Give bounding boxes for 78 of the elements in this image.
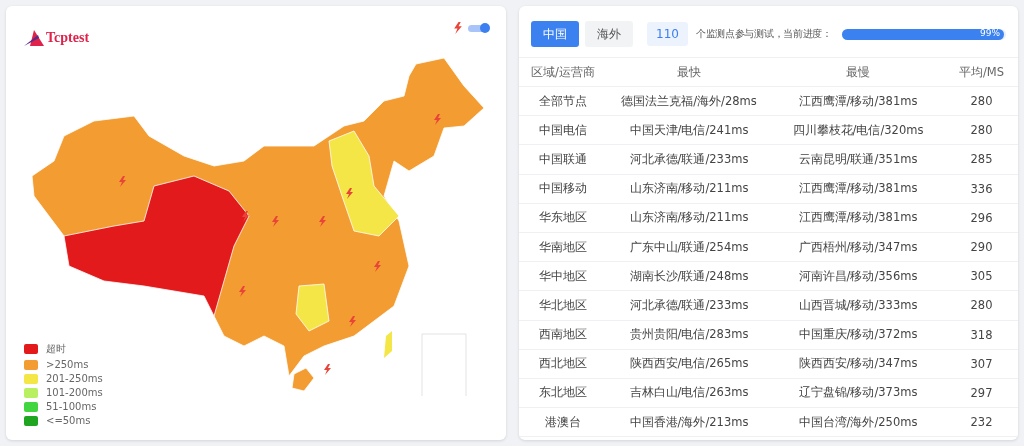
lightning-icon: [434, 114, 441, 125]
table-cell: 德国法兰克福/海外/28ms: [607, 87, 771, 117]
table-cell: 江西鹰潭/移动/381ms: [771, 87, 945, 117]
toggle-switch[interactable]: [468, 24, 488, 32]
column-header: 最快: [607, 58, 771, 87]
legend-label: 201-250ms: [46, 373, 103, 384]
table-cell: 296: [945, 203, 1018, 233]
lightning-icon: [319, 216, 326, 227]
table-cell: 305: [945, 262, 1018, 292]
table-cell: 中国台湾/海外/250ms: [771, 408, 945, 438]
table-cell: 辽宁盘锦/移动/373ms: [771, 378, 945, 409]
table-cell: 华北地区: [519, 291, 607, 321]
table-cell: 河北承德/联通/233ms: [607, 291, 771, 321]
table-cell: 中国联通: [519, 145, 607, 175]
table-cell: 中国天津/电信/241ms: [607, 116, 771, 146]
table-cell: 西南地区: [519, 320, 607, 350]
table-cell: 华东地区: [519, 203, 607, 233]
lightning-icon: [349, 316, 356, 327]
table-cell: 山西晋城/移动/333ms: [771, 291, 945, 321]
table-cell: 贵州贵阳/电信/283ms: [607, 320, 771, 350]
column-header: 平均/MS: [945, 58, 1018, 87]
table-cell: 297: [945, 378, 1018, 409]
lightning-icon: [374, 261, 381, 272]
column-header: 最慢: [771, 58, 945, 87]
progress-text: 个监测点参与测试，当前进度：: [695, 27, 832, 41]
table-cell: 陕西西安/移动/347ms: [771, 349, 945, 379]
table-cell: 中国香港/海外/213ms: [607, 408, 771, 438]
lightning-icon: [454, 22, 462, 34]
lightning-icon: [324, 364, 331, 375]
table-cell: 西北地区: [519, 349, 607, 379]
table-cell: 336: [945, 174, 1018, 204]
table-cell: 华南地区: [519, 232, 607, 263]
table-cell: 318: [945, 320, 1018, 350]
table-cell: 陕西西安/电信/265ms: [607, 349, 771, 379]
table-cell: 中国重庆/移动/372ms: [771, 320, 945, 350]
table-cell: 中国电信: [519, 116, 607, 146]
legend-label: 101-200ms: [46, 387, 103, 398]
logo-text: Tcptest: [46, 30, 90, 46]
lightning-icon: [272, 216, 279, 227]
region-tab[interactable]: 中国: [531, 21, 579, 47]
table-cell: 江西鹰潭/移动/381ms: [771, 203, 945, 233]
table-cell: 华中地区: [519, 262, 607, 292]
progress-reading: 99%: [980, 27, 1000, 38]
table-cell: 山东济南/移动/211ms: [607, 203, 771, 233]
table-cell: 河北承德/联通/233ms: [607, 145, 771, 175]
table-cell: 307: [945, 349, 1018, 379]
table-cell: 云南昆明/联通/351ms: [771, 145, 945, 175]
island-shape: [384, 331, 392, 358]
table-cell: 江西鹰潭/移动/381ms: [771, 174, 945, 204]
table-cell: 港澳台: [519, 408, 607, 438]
region-tab[interactable]: 海外: [585, 21, 633, 47]
table-cell: 广东中山/联通/254ms: [607, 232, 771, 263]
table-cell: 280: [945, 116, 1018, 146]
node-count: 110: [647, 22, 688, 46]
lightning-icon: [119, 176, 126, 187]
legend-label: 51-100ms: [46, 401, 97, 412]
table-cell: 全部节点: [519, 87, 607, 117]
table-cell: 广西梧州/移动/347ms: [771, 232, 945, 263]
table-cell: 280: [945, 87, 1018, 117]
table-cell: 河南许昌/移动/356ms: [771, 262, 945, 292]
table-cell: 280: [945, 291, 1018, 321]
lightning-icon: [346, 188, 353, 199]
table-cell: 290: [945, 232, 1018, 263]
table-cell: 东北地区: [519, 378, 607, 409]
table-cell: 285: [945, 145, 1018, 175]
column-header: 区域/运营商: [519, 58, 607, 87]
legend-label: 超时: [46, 342, 66, 356]
table-cell: 中国移动: [519, 174, 607, 204]
legend-label: <=50ms: [46, 415, 91, 426]
legend-label: >250ms: [46, 359, 89, 370]
table-cell: 吉林白山/电信/263ms: [607, 378, 771, 409]
lightning-icon: [239, 286, 246, 297]
logo-icon: [24, 30, 44, 46]
table-cell: 四川攀枝花/电信/320ms: [771, 116, 945, 146]
table-cell: 山东济南/移动/211ms: [607, 174, 771, 204]
table-cell: 232: [945, 408, 1018, 438]
lightning-icon: [242, 211, 249, 222]
table-cell: 湖南长沙/联通/248ms: [607, 262, 771, 292]
